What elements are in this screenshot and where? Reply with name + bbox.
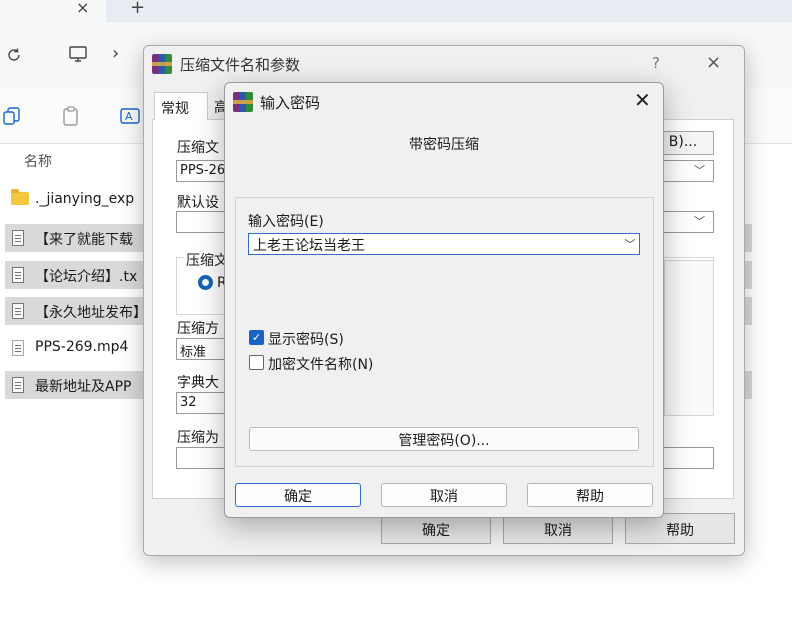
folder-icon [11,189,29,205]
chevron-down-icon[interactable]: ﹀ [694,162,705,178]
tab-close-icon[interactable]: × [76,0,92,17]
text-file-icon [12,230,24,246]
password-dialog-heading: 带密码压缩 [409,137,479,153]
dictionary-size-label: 字典大 [177,375,219,391]
password-cancel-button[interactable]: 取消 [381,483,507,507]
computer-icon[interactable] [68,44,88,64]
copy-icon[interactable] [3,106,21,126]
show-password-label: 显示密码(S) [268,332,344,348]
tab-general[interactable]: 常规 [154,92,208,120]
encrypt-file-names-checkbox[interactable] [249,355,264,370]
list-item-label: 【来了就能下载 [35,232,133,248]
show-password-checkbox[interactable]: ✓ [249,330,264,345]
password-dialog-title: 输入密码 [260,94,321,112]
text-file-icon [12,267,24,283]
method-label: 压缩方 [177,321,219,337]
paste-icon[interactable] [61,105,81,127]
text-file-icon [12,377,24,393]
winrar-icon [152,54,172,74]
help-icon[interactable]: ? [652,54,660,72]
new-tab-icon[interactable]: + [130,0,148,18]
close-icon[interactable]: × [706,52,721,73]
tab-bar [0,0,792,22]
options-panel [664,260,714,416]
winrar-icon [233,92,253,112]
list-item-label: 最新地址及APP [35,379,132,395]
list-item-label: 【论坛介绍】.tx [35,269,138,285]
password-ok-button[interactable]: 确定 [235,483,361,507]
video-file-icon [12,340,24,356]
split-volumes-label: 压缩为 [177,430,219,446]
password-input[interactable]: 上老王论坛当老王 [248,233,640,255]
dialog-title: 压缩文件名和参数 [180,56,301,74]
breadcrumb-chevron-icon: › [112,43,120,64]
close-icon[interactable]: ✕ [634,88,651,112]
encrypt-file-names-label: 加密文件名称(N) [268,357,374,373]
format-rar-radio[interactable] [198,275,213,290]
svg-text:A: A [125,110,133,123]
password-label: 输入密码(E) [248,214,324,230]
archive-name-label: 压缩文 [177,140,219,156]
list-item-label: PPS-269.mp4 [35,339,129,355]
rename-icon[interactable]: A [120,106,142,126]
password-help-button[interactable]: 帮助 [527,483,653,507]
default-profile-label: 默认设 [177,195,219,211]
manage-passwords-button[interactable]: 管理密码(O)... [249,427,639,451]
refresh-icon[interactable] [5,46,23,64]
list-item-label: 【永久地址发布】 [35,305,147,321]
column-header-name[interactable]: 名称 [24,151,52,171]
chevron-down-icon[interactable]: ﹀ [694,213,705,229]
chevron-down-icon[interactable]: ﹀ [621,233,639,253]
text-file-icon [12,303,24,319]
list-item-label: ._jianying_exp [35,191,135,207]
